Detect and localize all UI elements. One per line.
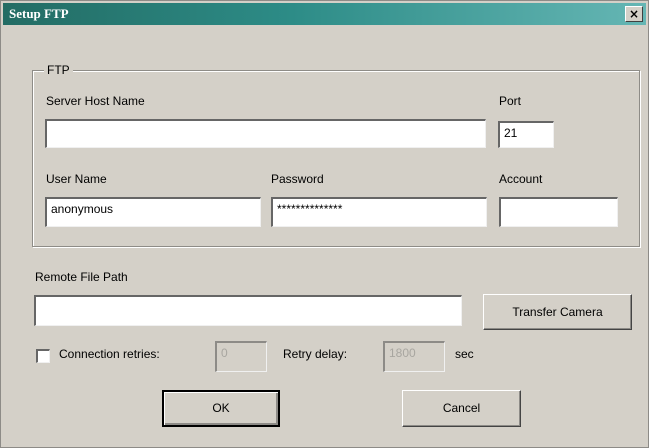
ftp-group-title: FTP (44, 63, 73, 77)
port-input[interactable]: 21 (498, 121, 554, 148)
window-title: Setup FTP (9, 6, 69, 21)
close-button[interactable]: × (625, 6, 643, 22)
port-label: Port (499, 94, 522, 108)
server-host-name-label: Server Host Name (46, 94, 145, 108)
connection-retries-label: Connection retries: (59, 347, 160, 361)
connection-retries-checkbox[interactable] (36, 349, 50, 363)
title-bar[interactable]: Setup FTP × (3, 3, 646, 25)
retry-delay-unit: sec (455, 347, 474, 361)
account-input[interactable] (499, 197, 618, 227)
server-host-name-input[interactable] (45, 119, 486, 148)
password-input[interactable]: ************** (271, 197, 487, 227)
cancel-button[interactable]: Cancel (402, 390, 521, 427)
user-name-input[interactable]: anonymous (45, 197, 261, 227)
connection-retries-input[interactable]: 0 (215, 341, 267, 372)
account-label: Account (499, 172, 543, 186)
password-label: Password (271, 172, 324, 186)
retry-delay-label: Retry delay: (283, 347, 348, 361)
ok-button[interactable]: OK (162, 390, 280, 427)
user-name-label: User Name (46, 172, 107, 186)
transfer-camera-button[interactable]: Transfer Camera (483, 294, 632, 330)
remote-file-path-label: Remote File Path (35, 270, 128, 284)
setup-ftp-dialog: Setup FTP × FTP Server Host Name Port 21… (0, 0, 649, 448)
remote-file-path-input[interactable] (34, 295, 462, 326)
retry-delay-input[interactable]: 1800 (383, 341, 445, 372)
